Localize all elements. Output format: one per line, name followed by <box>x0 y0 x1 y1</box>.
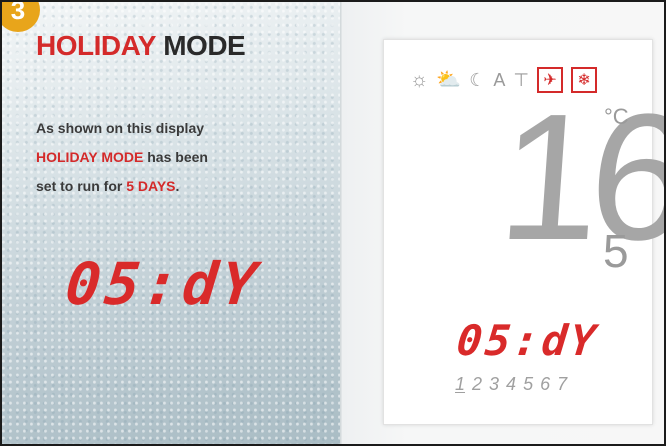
instruction-frame: 3 HOLIDAY MODE As shown on this display … <box>0 0 666 446</box>
temperature-decimal: 5 <box>603 225 629 277</box>
desc-line-1: As shown on this display <box>36 120 205 136</box>
page-title: HOLIDAY MODE <box>36 30 246 62</box>
moon-icon: ☾ <box>469 70 486 90</box>
day-3: 3 <box>489 374 500 394</box>
lcd-holiday-readout: 05:dY <box>454 316 602 365</box>
title-mode: MODE <box>163 30 246 61</box>
step-badge: 3 <box>2 2 40 32</box>
desc-line-2: HOLIDAY MODE has been <box>36 149 208 165</box>
day-5: 5 <box>523 374 534 394</box>
thermostat-lcd: ☼ ⛅ ☾ A ⊤ ✈ ❄ 16 °C 5 05:dY 1 2 3 4 5 6 … <box>383 39 664 425</box>
day-indicators: 1 2 3 4 5 6 7 <box>455 374 567 395</box>
day-6: 6 <box>540 374 551 394</box>
title-holiday: HOLIDAY <box>36 30 156 61</box>
auto-icon: A <box>493 70 506 90</box>
temperature-unit: °C <box>604 104 629 129</box>
description: As shown on this display HOLIDAY MODE ha… <box>36 114 316 201</box>
frosted-panel: 3 HOLIDAY MODE As shown on this display … <box>2 2 342 444</box>
day-7: 7 <box>557 374 568 394</box>
desc-line-3: set to run for 5 DAYS. <box>36 178 180 194</box>
sun-icon: ☼ <box>410 69 429 91</box>
partly-cloudy-icon: ⛅ <box>436 69 462 91</box>
day-2: 2 <box>472 374 483 394</box>
day-4: 4 <box>506 374 517 394</box>
temperature-value: 16 <box>493 77 666 278</box>
holiday-days-readout: 05:dY <box>62 250 265 318</box>
day-1: 1 <box>455 374 466 394</box>
